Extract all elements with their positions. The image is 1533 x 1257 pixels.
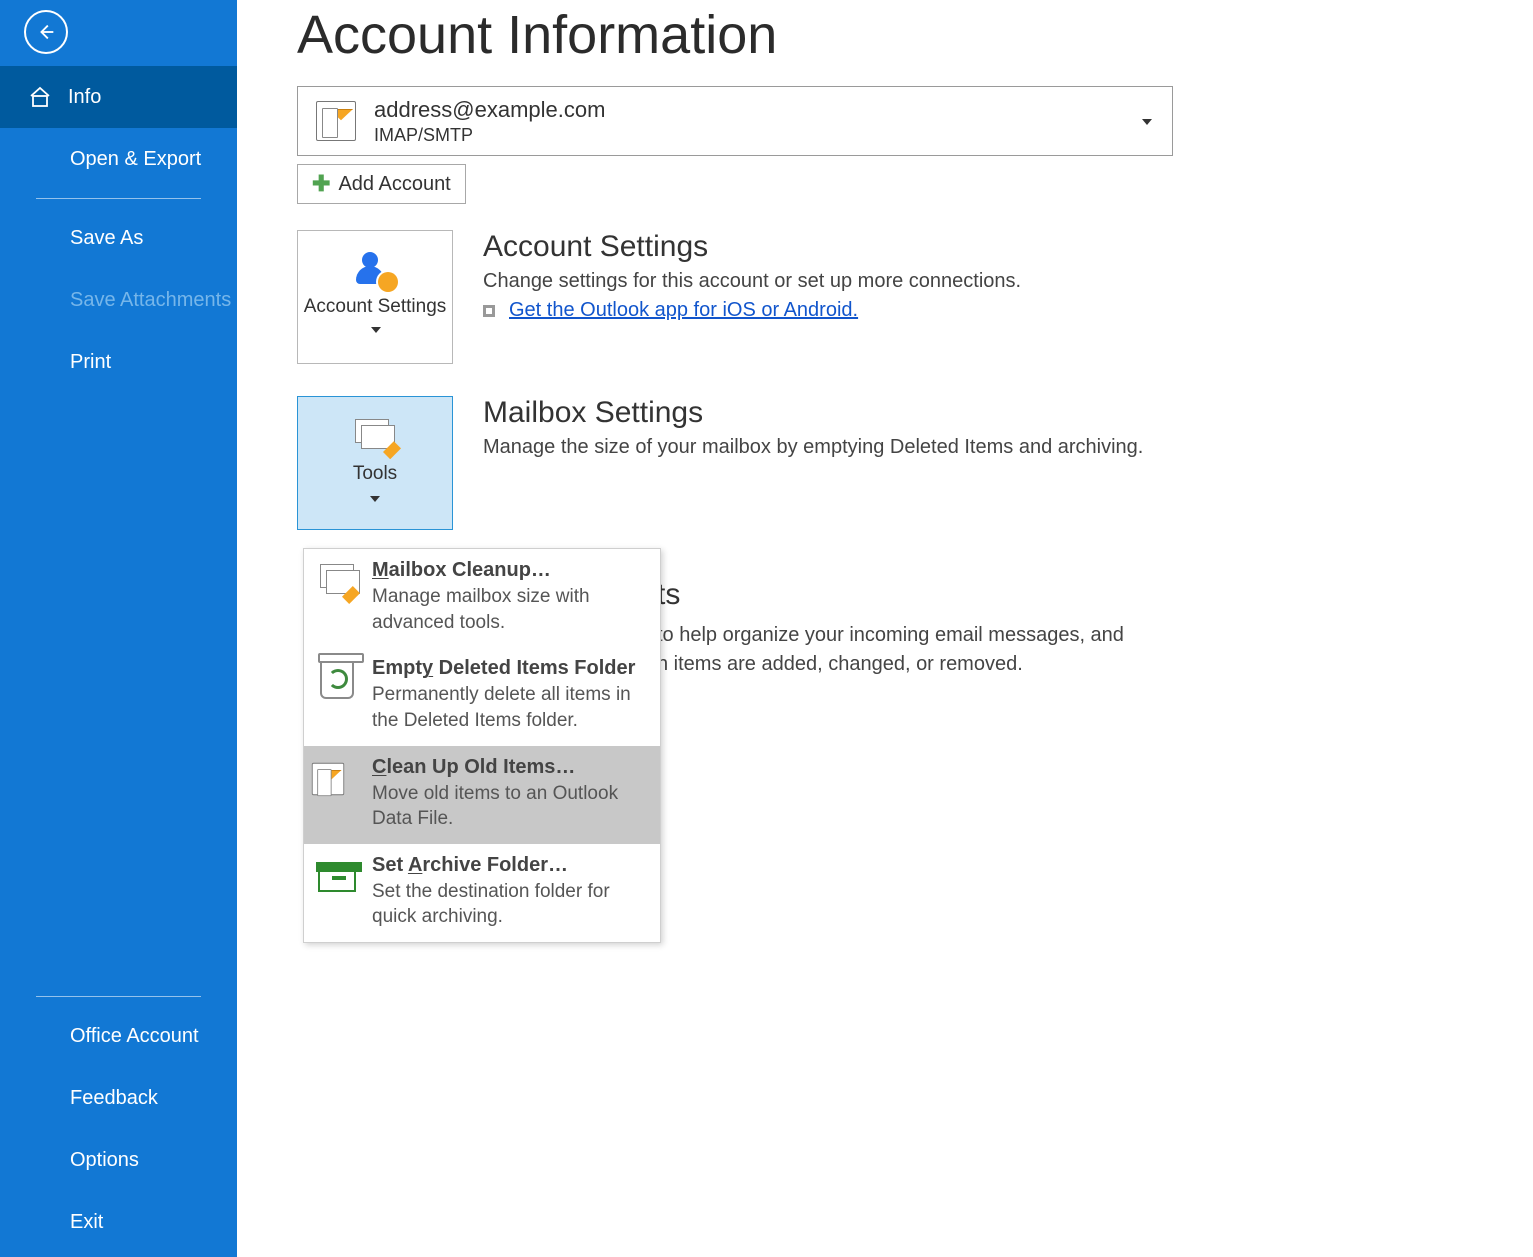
tools-button[interactable]: Tools (297, 396, 453, 530)
mailbox-settings-title: Mailbox Settings (483, 396, 1533, 430)
sidebar-label-print: Print (70, 351, 111, 374)
sidebar-item-info[interactable]: Info (0, 66, 237, 128)
menu-desc-clean-up-old: Move old items to an Outlook Data File. (372, 781, 648, 832)
menu-item-clean-up-old[interactable]: Clean Up Old Items… Move old items to an… (304, 746, 660, 844)
menu-item-set-archive-folder[interactable]: Set Archive Folder… Set the destination … (304, 844, 660, 942)
mailbox-settings-content: Mailbox Settings Manage the size of your… (483, 396, 1533, 465)
sidebar-label-feedback: Feedback (70, 1087, 158, 1110)
back-button[interactable] (24, 10, 68, 54)
sidebar-bottom-group: Office Account Feedback Options Exit (0, 988, 237, 1257)
sidebar-separator (36, 198, 201, 199)
bullet-icon (483, 305, 495, 317)
sidebar-label-save-as: Save As (70, 227, 143, 250)
chevron-down-icon (371, 327, 381, 333)
menu-desc-mailbox-cleanup: Manage mailbox size with advanced tools. (372, 584, 648, 635)
mailbox-cleanup-icon (316, 561, 358, 603)
chevron-down-icon (1142, 112, 1152, 130)
sidebar-label-save-attachments: Save Attachments (70, 289, 231, 312)
backstage-sidebar: Info Open & Export Save As Save Attachme… (0, 0, 237, 1257)
sidebar-item-office-account[interactable]: Office Account (0, 1005, 237, 1067)
account-settings-icon (354, 252, 396, 290)
account-icon (316, 101, 356, 141)
sidebar-item-open-export[interactable]: Open & Export (0, 128, 237, 190)
rules-partial-desc1: to help organize your incoming email mes… (657, 624, 1533, 647)
sidebar-label-info: Info (68, 86, 101, 109)
menu-title-mailbox-cleanup: Mailbox Cleanup… (372, 559, 648, 582)
sidebar-separator-bottom (36, 996, 201, 997)
sidebar-item-options[interactable]: Options (0, 1129, 237, 1191)
sidebar-label-options: Options (70, 1149, 139, 1172)
section-rules-partial: ts to help organize your incoming email … (657, 578, 1533, 676)
account-email: address@example.com (374, 96, 605, 124)
menu-title-clean-up-old: Clean Up Old Items… (372, 756, 648, 779)
mailbox-settings-desc: Manage the size of your mailbox by empty… (483, 436, 1533, 459)
add-account-button[interactable]: ✚ Add Account (297, 164, 466, 204)
account-type: IMAP/SMTP (374, 124, 605, 147)
menu-title-set-archive: Set Archive Folder… (372, 854, 648, 877)
recycle-bin-icon (316, 659, 358, 701)
menu-desc-empty-deleted: Permanently delete all items in the Dele… (372, 682, 648, 733)
chevron-down-icon (370, 496, 380, 502)
sidebar-item-feedback[interactable]: Feedback (0, 1067, 237, 1129)
sidebar-item-print[interactable]: Print (0, 331, 237, 393)
sidebar-item-exit[interactable]: Exit (0, 1191, 237, 1253)
sidebar-label-office-account: Office Account (70, 1025, 199, 1048)
account-settings-content: Account Settings Change settings for thi… (483, 230, 1533, 322)
menu-item-empty-deleted[interactable]: Empty Deleted Items Folder Permanently d… (304, 647, 660, 745)
account-text: address@example.com IMAP/SMTP (374, 96, 605, 146)
page-title: Account Information (297, 4, 1533, 66)
archive-icon (316, 758, 358, 800)
tools-icon (351, 417, 399, 457)
account-settings-button-label: Account Settings (304, 296, 447, 317)
account-selector-dropdown[interactable]: address@example.com IMAP/SMTP (297, 86, 1173, 156)
tools-dropdown-menu: Mailbox Cleanup… Manage mailbox size wit… (303, 548, 661, 943)
home-icon (28, 86, 52, 108)
sidebar-label-exit: Exit (70, 1211, 103, 1234)
tools-button-label: Tools (353, 463, 397, 486)
outlook-app-link[interactable]: Get the Outlook app for iOS or Android. (509, 299, 858, 322)
add-account-label: Add Account (338, 173, 450, 196)
account-settings-button[interactable]: Account Settings (297, 230, 453, 364)
section-mailbox-settings: Tools Mailbox Settings Manage the size o… (297, 396, 1533, 530)
sidebar-top-group: Info Open & Export Save As Save Attachme… (0, 54, 237, 393)
folder-archive-icon (316, 856, 358, 898)
rules-partial-desc2: n items are added, changed, or removed. (657, 653, 1533, 676)
back-arrow-icon (35, 21, 57, 43)
menu-item-mailbox-cleanup[interactable]: Mailbox Cleanup… Manage mailbox size wit… (304, 549, 660, 647)
menu-title-empty-deleted: Empty Deleted Items Folder (372, 657, 648, 680)
account-settings-desc: Change settings for this account or set … (483, 270, 1533, 293)
sidebar-label-open-export: Open & Export (70, 148, 201, 171)
plus-icon: ✚ (312, 171, 330, 197)
sidebar-item-save-attachments: Save Attachments (0, 269, 237, 331)
sidebar-item-save-as[interactable]: Save As (0, 207, 237, 269)
menu-desc-set-archive: Set the destination folder for quick arc… (372, 879, 648, 930)
account-settings-title: Account Settings (483, 230, 1533, 264)
section-account-settings: Account Settings Account Settings Change… (297, 230, 1533, 364)
